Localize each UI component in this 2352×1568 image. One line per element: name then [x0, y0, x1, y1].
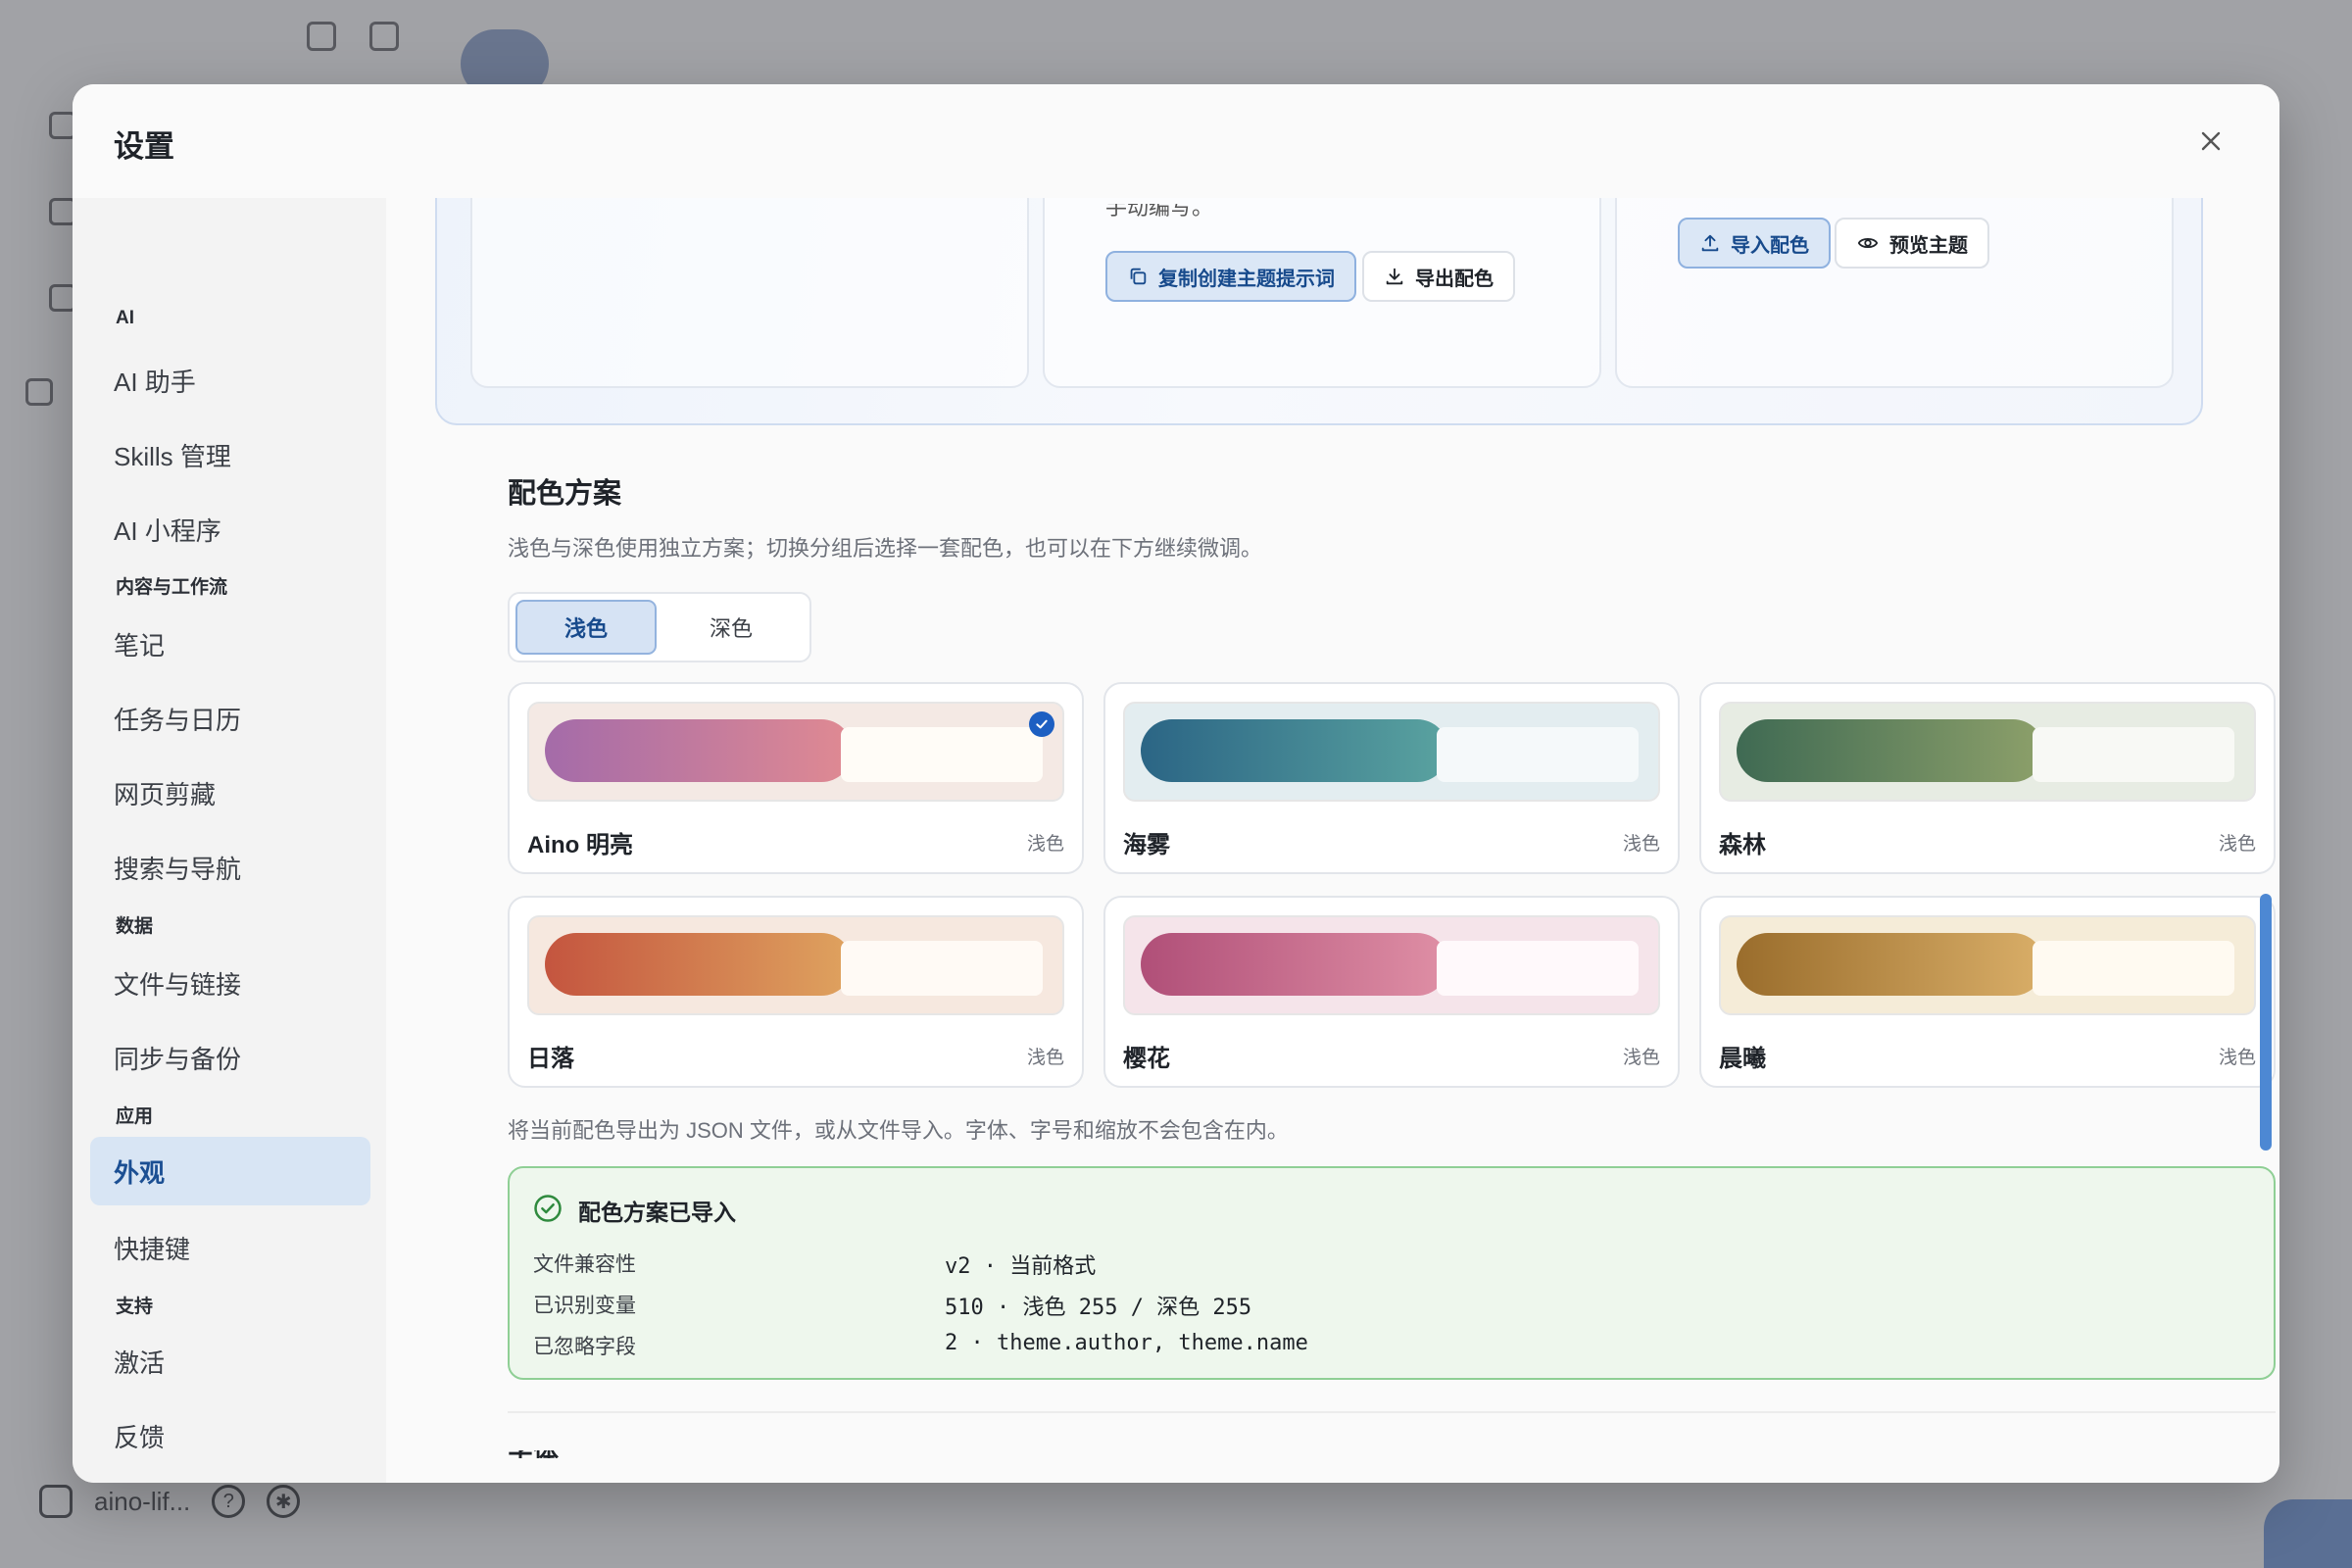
- scheme-surface-swatch: [841, 727, 1043, 782]
- nav-group-content: 内容与工作流: [116, 577, 228, 598]
- settings-content: 手动编写。 复制创建主题提示词 导出配色 导入配色 预览主题 配色方案 浅色与深…: [386, 198, 2279, 1483]
- scheme-accent-swatch: [1141, 933, 1448, 996]
- hero-prompt-card: 手动编写。 复制创建主题提示词 导出配色: [1043, 198, 1601, 388]
- theme-tools-panel: 手动编写。 复制创建主题提示词 导出配色 导入配色 预览主题: [435, 198, 2203, 425]
- scheme-card[interactable]: 晨曦 浅色: [1699, 896, 2276, 1088]
- modal-title: 设置: [114, 129, 174, 164]
- nav-item-activation[interactable]: 激活: [90, 1327, 370, 1396]
- close-button[interactable]: [2193, 123, 2229, 159]
- scheme-surface-swatch: [1437, 727, 1639, 782]
- schemes-description: 浅色与深色使用独立方案；切换分组后选择一套配色，也可以在下方继续微调。: [508, 536, 1263, 561]
- upload-icon: [1701, 234, 1719, 252]
- next-section-title: 字体: [508, 1450, 559, 1458]
- import-scheme-button[interactable]: 导入配色: [1678, 218, 1831, 269]
- import-result-box: 配色方案已导入 文件兼容性 v2 · 当前格式 已识别变量 510 · 浅色 2…: [508, 1166, 2276, 1380]
- check-circle-icon: [534, 1195, 562, 1222]
- hero-card-text: 手动编写。: [1105, 204, 1214, 218]
- scheme-preview: [527, 915, 1064, 1015]
- segment-dark[interactable]: 深色: [661, 600, 802, 655]
- scheme-card[interactable]: 海雾 浅色: [1103, 682, 1680, 874]
- scheme-accent-swatch: [1737, 933, 2044, 996]
- scheme-card[interactable]: 樱花 浅色: [1103, 896, 1680, 1088]
- scheme-accent-swatch: [1737, 719, 2044, 782]
- vars-label: 已识别变量: [533, 1295, 636, 1317]
- nav-item-skills[interactable]: Skills 管理: [90, 420, 370, 489]
- content-scrollbar[interactable]: [2260, 894, 2272, 1151]
- vars-value: 510 · 浅色 255 / 深色 255: [945, 1296, 1252, 1320]
- nav-item-ai-assistant[interactable]: AI 助手: [90, 346, 370, 415]
- nav-item-about[interactable]: 关于: [90, 1476, 370, 1483]
- nav-item-sync-backup[interactable]: 同步与备份: [90, 1023, 370, 1092]
- compat-value: v2 · 当前格式: [945, 1254, 1097, 1279]
- scheme-card[interactable]: 森林 浅色: [1699, 682, 2276, 874]
- scheme-mode-tag: 浅色: [1622, 834, 1660, 855]
- import-scheme-label: 导入配色: [1731, 234, 1809, 257]
- scheme-name: 樱花: [1123, 1046, 1170, 1072]
- import-result-title: 配色方案已导入: [578, 1200, 736, 1225]
- scheme-name: 日落: [527, 1046, 574, 1072]
- nav-item-notes[interactable]: 笔记: [90, 610, 370, 678]
- export-scheme-button[interactable]: 导出配色: [1362, 251, 1515, 302]
- scheme-mode-tag: 浅色: [2218, 1048, 2256, 1068]
- scheme-name: 森林: [1719, 832, 1766, 858]
- scheme-preview: [1123, 915, 1660, 1015]
- nav-item-files-links[interactable]: 文件与链接: [90, 949, 370, 1017]
- selected-check-icon: [1029, 711, 1054, 737]
- scheme-name: 晨曦: [1719, 1046, 1766, 1072]
- nav-group-app: 应用: [116, 1106, 154, 1127]
- scheme-preview: [1123, 702, 1660, 802]
- nav-item-tasks-calendar[interactable]: 任务与日历: [90, 684, 370, 753]
- nav-group-ai: AI: [116, 308, 134, 328]
- scheme-preview: [527, 702, 1064, 802]
- hero-preview-card: [470, 198, 1029, 388]
- nav-item-ai-apps[interactable]: AI 小程序: [90, 495, 370, 564]
- export-description: 将当前配色导出为 JSON 文件，或从文件导入。字体、字号和缩放不会包含在内。: [508, 1118, 1289, 1143]
- eye-icon: [1857, 237, 1879, 249]
- close-icon: [2201, 131, 2221, 151]
- nav-item-search-nav[interactable]: 搜索与导航: [90, 833, 370, 902]
- scheme-mode-tag: 浅色: [1026, 834, 1064, 855]
- scheme-accent-swatch: [1141, 719, 1448, 782]
- modal-header: 设置: [73, 84, 2279, 198]
- download-icon: [1386, 268, 1403, 285]
- section-divider: [508, 1411, 2276, 1413]
- scheme-surface-swatch: [2033, 941, 2234, 996]
- settings-sidebar: AI AI 助手 Skills 管理 AI 小程序 内容与工作流 笔记 任务与日…: [73, 198, 386, 1483]
- nav-item-feedback[interactable]: 反馈: [90, 1401, 370, 1470]
- ignored-value: 2 · theme.author, theme.name: [945, 1331, 1308, 1355]
- nav-item-web-clipper[interactable]: 网页剪藏: [90, 759, 370, 827]
- copy-prompt-button[interactable]: 复制创建主题提示词: [1105, 251, 1356, 302]
- light-dark-segmented: 浅色 深色: [508, 592, 811, 662]
- compat-label: 文件兼容性: [533, 1253, 636, 1276]
- nav-item-appearance[interactable]: 外观: [90, 1137, 370, 1205]
- scheme-card[interactable]: 日落 浅色: [508, 896, 1084, 1088]
- copy-prompt-label: 复制创建主题提示词: [1158, 268, 1335, 290]
- scheme-surface-swatch: [1437, 941, 1639, 996]
- scheme-surface-swatch: [841, 941, 1043, 996]
- scheme-name: Aino 明亮: [527, 832, 633, 858]
- scheme-mode-tag: 浅色: [2218, 834, 2256, 855]
- schemes-title: 配色方案: [508, 478, 622, 510]
- scheme-preview: [1719, 915, 2256, 1015]
- nav-group-support: 支持: [116, 1297, 154, 1317]
- scheme-accent-swatch: [545, 933, 853, 996]
- nav-item-shortcuts[interactable]: 快捷键: [90, 1213, 370, 1282]
- scheme-mode-tag: 浅色: [1026, 1048, 1064, 1068]
- scheme-accent-swatch: [545, 719, 853, 782]
- preview-theme-button[interactable]: 预览主题: [1835, 218, 1989, 269]
- scheme-name: 海雾: [1123, 832, 1170, 858]
- hero-import-card: 导入配色 预览主题: [1615, 198, 2174, 388]
- copy-icon: [1130, 268, 1147, 285]
- export-scheme-label: 导出配色: [1415, 268, 1494, 290]
- scheme-surface-swatch: [2033, 727, 2234, 782]
- scheme-preview: [1719, 702, 2256, 802]
- ignored-label: 已忽略字段: [533, 1336, 636, 1358]
- scheme-card[interactable]: Aino 明亮 浅色: [508, 682, 1084, 874]
- scheme-mode-tag: 浅色: [1622, 1048, 1660, 1068]
- nav-group-data: 数据: [116, 916, 154, 937]
- settings-modal: 设置 AI AI 助手 Skills 管理 AI 小程序 内容与工作流 笔记 任…: [73, 84, 2279, 1483]
- segment-light[interactable]: 浅色: [515, 600, 657, 655]
- preview-theme-label: 预览主题: [1889, 234, 1968, 257]
